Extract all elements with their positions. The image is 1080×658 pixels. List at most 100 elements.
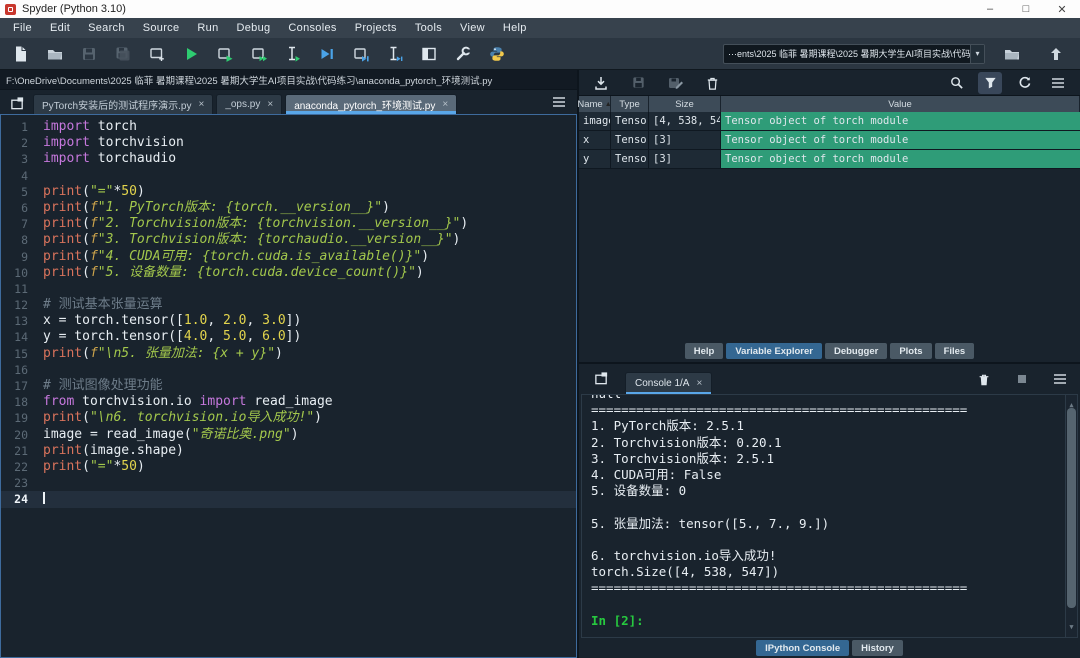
parent-directory-button[interactable] — [1043, 41, 1068, 66]
line-number[interactable]: 23 — [1, 475, 43, 491]
code-line[interactable]: 8print(f"3. Torchvision版本: {torchaudio._… — [1, 232, 576, 248]
menu-file[interactable]: File — [4, 22, 41, 34]
clear-console-button[interactable] — [972, 368, 996, 390]
line-number[interactable]: 3 — [1, 151, 43, 167]
run-cell-button[interactable] — [212, 41, 237, 66]
editor-options-button[interactable] — [547, 92, 571, 112]
code-line[interactable]: 3import torchaudio — [1, 151, 576, 167]
code-line[interactable]: 12# 测试基本张量运算 — [1, 297, 576, 313]
code-line[interactable]: 13x = torch.tensor([1.0, 2.0, 3.0]) — [1, 313, 576, 329]
preferences-wrench-icon[interactable] — [450, 41, 475, 66]
menu-search[interactable]: Search — [79, 22, 134, 34]
line-number[interactable]: 15 — [1, 346, 43, 362]
menu-source[interactable]: Source — [134, 22, 189, 34]
code-line[interactable]: 10print(f"5. 设备数量: {torch.cuda.device_co… — [1, 265, 576, 281]
menu-consoles[interactable]: Consoles — [279, 22, 345, 34]
column-header-size[interactable]: Size — [649, 96, 721, 112]
close-tab-icon[interactable]: × — [267, 99, 273, 110]
line-number[interactable]: 20 — [1, 427, 43, 443]
code-line[interactable]: 2import torchvision — [1, 135, 576, 151]
line-number[interactable]: 13 — [1, 313, 43, 329]
variable-row[interactable]: yTensor[3]Tensor object of torch module — [579, 150, 1080, 169]
close-tab-icon[interactable]: × — [198, 99, 204, 110]
menu-view[interactable]: View — [451, 22, 494, 34]
code-line[interactable]: 5print("="*50) — [1, 184, 576, 200]
line-number[interactable]: 6 — [1, 200, 43, 216]
line-number[interactable]: 1 — [1, 119, 43, 135]
line-number[interactable]: 5 — [1, 184, 43, 200]
remove-variable-button[interactable] — [700, 72, 724, 94]
debug-cell-button[interactable] — [348, 41, 373, 66]
column-header-type[interactable]: Type — [611, 96, 649, 112]
menu-run[interactable]: Run — [188, 22, 227, 34]
editor-tab[interactable]: PyTorch安装后的测试程序演示.py× — [33, 94, 213, 114]
code-line[interactable]: 16 — [1, 362, 576, 378]
code-line[interactable]: 14y = torch.tensor([4.0, 5.0, 6.0]) — [1, 329, 576, 345]
debug-selection-button[interactable] — [382, 41, 407, 66]
variable-row[interactable]: imageTensor[4, 538, 547]Tensor object of… — [579, 112, 1080, 131]
code-line[interactable]: 19print("\n6. torchvision.io导入成功!") — [1, 410, 576, 426]
browse-directory-button[interactable] — [999, 41, 1024, 66]
line-number[interactable]: 11 — [1, 281, 43, 297]
tab-debugger[interactable]: Debugger — [825, 343, 887, 359]
run-cell-advance-button[interactable] — [246, 41, 271, 66]
line-number[interactable]: 9 — [1, 249, 43, 265]
import-data-button[interactable] — [589, 72, 613, 94]
new-file-button[interactable] — [8, 41, 33, 66]
tab-history[interactable]: History — [852, 640, 903, 656]
tab-help[interactable]: Help — [685, 343, 724, 359]
variable-explorer-options-button[interactable] — [1046, 72, 1070, 94]
scroll-down-icon[interactable]: ▼ — [1066, 619, 1077, 635]
ipython-console[interactable]: null====================================… — [581, 394, 1078, 638]
column-header-name[interactable]: Name▲ — [579, 96, 611, 112]
close-console-icon[interactable]: × — [696, 378, 702, 389]
code-line[interactable]: 18from torchvision.io import read_image — [1, 394, 576, 410]
menu-projects[interactable]: Projects — [346, 22, 406, 34]
line-number[interactable]: 8 — [1, 232, 43, 248]
maximize-pane-button[interactable] — [416, 41, 441, 66]
run-selection-button[interactable] — [280, 41, 305, 66]
save-data-button[interactable] — [626, 72, 650, 94]
close-button[interactable]: ✕ — [1044, 0, 1080, 18]
menu-tools[interactable]: Tools — [406, 22, 451, 34]
tab-plots[interactable]: Plots — [890, 343, 931, 359]
line-number[interactable]: 21 — [1, 443, 43, 459]
stop-kernel-button[interactable] — [1010, 368, 1034, 390]
save-button[interactable] — [76, 41, 101, 66]
code-line[interactable]: 4 — [1, 168, 576, 184]
search-icon[interactable] — [944, 72, 968, 94]
refresh-icon[interactable] — [1012, 72, 1036, 94]
line-number[interactable]: 7 — [1, 216, 43, 232]
browse-tabs-button[interactable] — [5, 93, 29, 113]
line-number[interactable]: 17 — [1, 378, 43, 394]
menu-edit[interactable]: Edit — [41, 22, 79, 34]
line-number[interactable]: 16 — [1, 362, 43, 378]
line-number[interactable]: 24 — [1, 491, 43, 507]
code-line[interactable]: 23 — [1, 475, 576, 491]
maximize-button[interactable]: □ — [1008, 0, 1044, 18]
open-file-button[interactable] — [42, 41, 67, 66]
console-options-button[interactable] — [1048, 368, 1072, 390]
filter-icon[interactable] — [978, 72, 1002, 94]
code-editor[interactable]: 1import torch2import torchvision3import … — [0, 114, 577, 658]
tab-variable-explorer[interactable]: Variable Explorer — [726, 343, 822, 359]
scrollbar-thumb[interactable] — [1067, 408, 1076, 608]
console-scrollbar[interactable]: ▲ ▼ — [1065, 395, 1077, 637]
code-line[interactable]: 7print(f"2. Torchvision版本: {torchvision.… — [1, 216, 576, 232]
console-tab[interactable]: Console 1/A × — [625, 372, 712, 394]
browse-consoles-button[interactable] — [589, 369, 613, 389]
code-line[interactable]: 17# 测试图像处理功能 — [1, 378, 576, 394]
line-number[interactable]: 18 — [1, 394, 43, 410]
tab-ipython-console[interactable]: IPython Console — [756, 640, 849, 656]
code-line[interactable]: 20image = read_image("奇诺比奥.png") — [1, 427, 576, 443]
code-line[interactable]: 11 — [1, 281, 576, 297]
code-line[interactable]: 9print(f"4. CUDA可用: {torch.cuda.is_avail… — [1, 249, 576, 265]
new-cell-button[interactable] — [144, 41, 169, 66]
code-line[interactable]: 21print(image.shape) — [1, 443, 576, 459]
working-directory-combobox[interactable]: ⋯ents\2025 临菲 暑期课程\2025 暑期大学生AI项目实战\代码练习… — [723, 44, 985, 64]
minimize-button[interactable]: – — [972, 0, 1008, 18]
variable-row[interactable]: xTensor[3]Tensor object of torch module — [579, 131, 1080, 150]
line-number[interactable]: 12 — [1, 297, 43, 313]
tab-files[interactable]: Files — [935, 343, 975, 359]
run-file-button[interactable] — [178, 41, 203, 66]
